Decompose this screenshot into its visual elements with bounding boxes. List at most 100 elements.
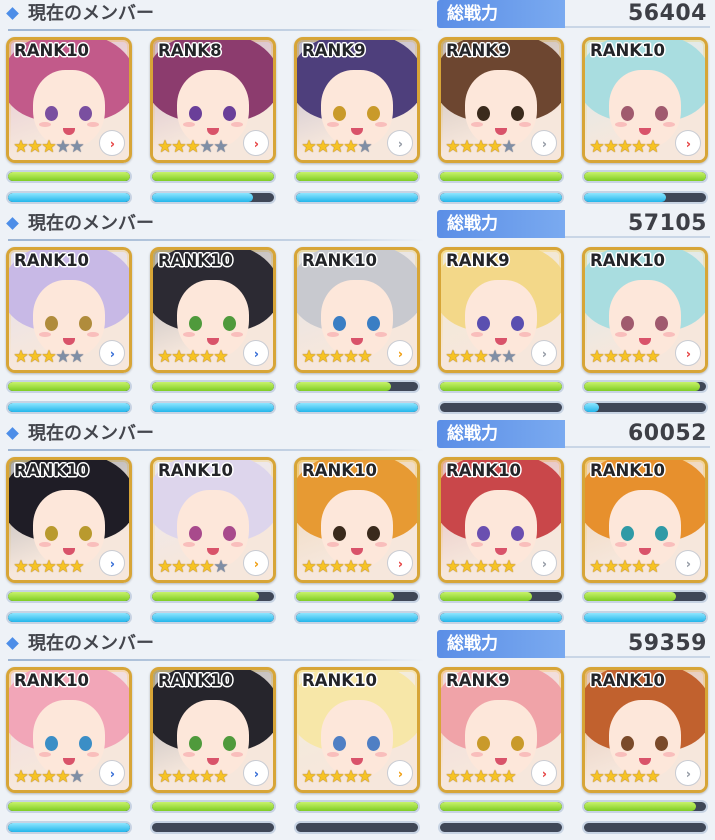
character-blush [39, 752, 51, 757]
chevron-right-icon[interactable]: ››› [387, 130, 413, 156]
star-rating: ★★★★★ [589, 347, 661, 367]
character-card[interactable]: RANK10 ★★★★★ ››› [6, 247, 132, 373]
team-section: 現在のメンバー総戦力60052RANK10★★★★★›››RANK10★★★★★… [0, 420, 715, 630]
title-underline [8, 29, 424, 31]
character-mouth [207, 758, 219, 765]
hp-bar-fill [296, 802, 418, 811]
character-card[interactable]: RANK10 ★★★★★ ››› [150, 457, 276, 583]
tp-bar [294, 401, 420, 414]
chevron-right-icon[interactable]: ››› [99, 130, 125, 156]
hp-bar-fill [8, 802, 130, 811]
character-eye [477, 106, 490, 121]
chevron-right-icon[interactable]: ››› [675, 760, 701, 786]
rank-label: RANK10 [14, 671, 90, 690]
chevron-right-icon[interactable]: ››› [531, 550, 557, 576]
chevron-right-icon[interactable]: ››› [531, 340, 557, 366]
chevron-right-icon[interactable]: ››› [99, 550, 125, 576]
character-card[interactable]: RANK9 ★★★★★ ››› [294, 37, 420, 163]
hp-bar [438, 590, 564, 603]
character-card[interactable]: RANK9 ★★★★★ ››› [438, 667, 564, 793]
character-card[interactable]: RANK10 ★★★★★ ››› [582, 37, 708, 163]
star-icon: ★ [213, 767, 229, 787]
star-rating: ★★★★★ [13, 137, 84, 156]
chevron-right-icon[interactable]: ››› [243, 340, 269, 366]
star-icon: ★ [69, 767, 85, 787]
star-rating: ★★★★★ [445, 137, 516, 156]
character-card[interactable]: RANK10 ★★★★★ ››› [6, 667, 132, 793]
character-blush [519, 752, 531, 757]
chevron-right-icon[interactable]: ››› [387, 340, 413, 366]
chevron-right-icon[interactable]: ››› [99, 340, 125, 366]
star-icon: ★ [645, 347, 661, 367]
chevron-right-icon[interactable]: ››› [387, 550, 413, 576]
character-card[interactable]: RANK10 ★★★★★ ››› [294, 667, 420, 793]
character-blush [183, 542, 195, 547]
team-title-text: 現在のメンバー [28, 3, 154, 24]
total-power-value: 57105 [627, 211, 707, 236]
character-card[interactable]: RANK10 ★★★★★ ››› [438, 457, 564, 583]
rank-label: RANK10 [590, 461, 666, 480]
character-card[interactable]: RANK10 ★★★★★ ››› [294, 457, 420, 583]
star-rating: ★★★★★ [13, 557, 85, 577]
character-card[interactable]: RANK9 ★★★★★ ››› [438, 247, 564, 373]
character-card[interactable]: RANK10 ★★★★★ ››› [582, 457, 708, 583]
character-eye [621, 736, 634, 751]
character-blush [39, 332, 51, 337]
character-eye [477, 316, 490, 331]
star-icon: ★ [645, 137, 661, 157]
team-title-text: 現在のメンバー [28, 213, 154, 234]
power-underline [565, 656, 710, 658]
hp-bar [438, 380, 564, 393]
character-mouth [207, 128, 219, 135]
star-icon: ★ [69, 557, 85, 577]
hp-bar [6, 590, 132, 603]
character-blush [231, 542, 243, 547]
star-icon: ★ [645, 557, 661, 577]
star-rating: ★★★★★ [589, 767, 660, 786]
character-blush [327, 122, 339, 127]
chevron-right-icon[interactable]: ››› [243, 130, 269, 156]
star-rating: ★★★★★ [157, 347, 228, 366]
character-card[interactable]: RANK10 ★★★★★ ››› [150, 667, 276, 793]
chevron-right-icon[interactable]: ››› [675, 550, 701, 576]
character-eye [223, 106, 236, 121]
character-mouth [63, 128, 75, 135]
tp-bar [438, 611, 564, 624]
character-blush [375, 122, 387, 127]
chevron-right-icon[interactable]: ››› [243, 760, 269, 786]
character-card[interactable]: RANK10 ★★★★★ ››› [6, 37, 132, 163]
character-blush [615, 752, 627, 757]
character-card[interactable]: RANK10 ★★★★★ ››› [582, 247, 708, 373]
character-card[interactable]: RANK9 ★★★★★ ››› [438, 37, 564, 163]
team-section: 現在のメンバー総戦力56404RANK10★★★★★›››RANK8★★★★★›… [0, 0, 715, 210]
chevron-right-icon[interactable]: ››› [531, 130, 557, 156]
chevron-right-icon[interactable]: ››› [675, 340, 701, 366]
chevron-right-icon[interactable]: ››› [675, 130, 701, 156]
character-blush [39, 122, 51, 127]
chevron-right-icon[interactable]: ››› [243, 550, 269, 576]
tp-bar [294, 821, 420, 834]
character-card[interactable]: RANK10 ★★★★★ ››› [582, 667, 708, 793]
character-mouth [639, 338, 651, 345]
character-mouth [495, 548, 507, 555]
chevron-right-icon[interactable]: ››› [531, 760, 557, 786]
rank-label: RANK10 [158, 671, 234, 690]
tp-bar-fill [440, 613, 562, 622]
character-card[interactable]: RANK10 ★★★★★ ››› [294, 247, 420, 373]
character-blush [663, 752, 675, 757]
chevron-right-icon[interactable]: ››› [387, 760, 413, 786]
diamond-icon [6, 427, 19, 440]
character-blush [87, 752, 99, 757]
tp-bar-fill [8, 823, 130, 832]
star-icon: ★ [501, 767, 517, 787]
character-card[interactable]: RANK10 ★★★★★ ››› [150, 247, 276, 373]
tp-bar [294, 611, 420, 624]
chevron-right-icon[interactable]: ››› [99, 760, 125, 786]
title-underline [8, 239, 424, 241]
character-eye [477, 526, 490, 541]
diamond-icon [6, 217, 19, 230]
character-card[interactable]: RANK10 ★★★★★ ››› [6, 457, 132, 583]
hp-bar [582, 170, 708, 183]
character-card[interactable]: RANK8 ★★★★★ ››› [150, 37, 276, 163]
rank-label: RANK10 [590, 251, 666, 270]
